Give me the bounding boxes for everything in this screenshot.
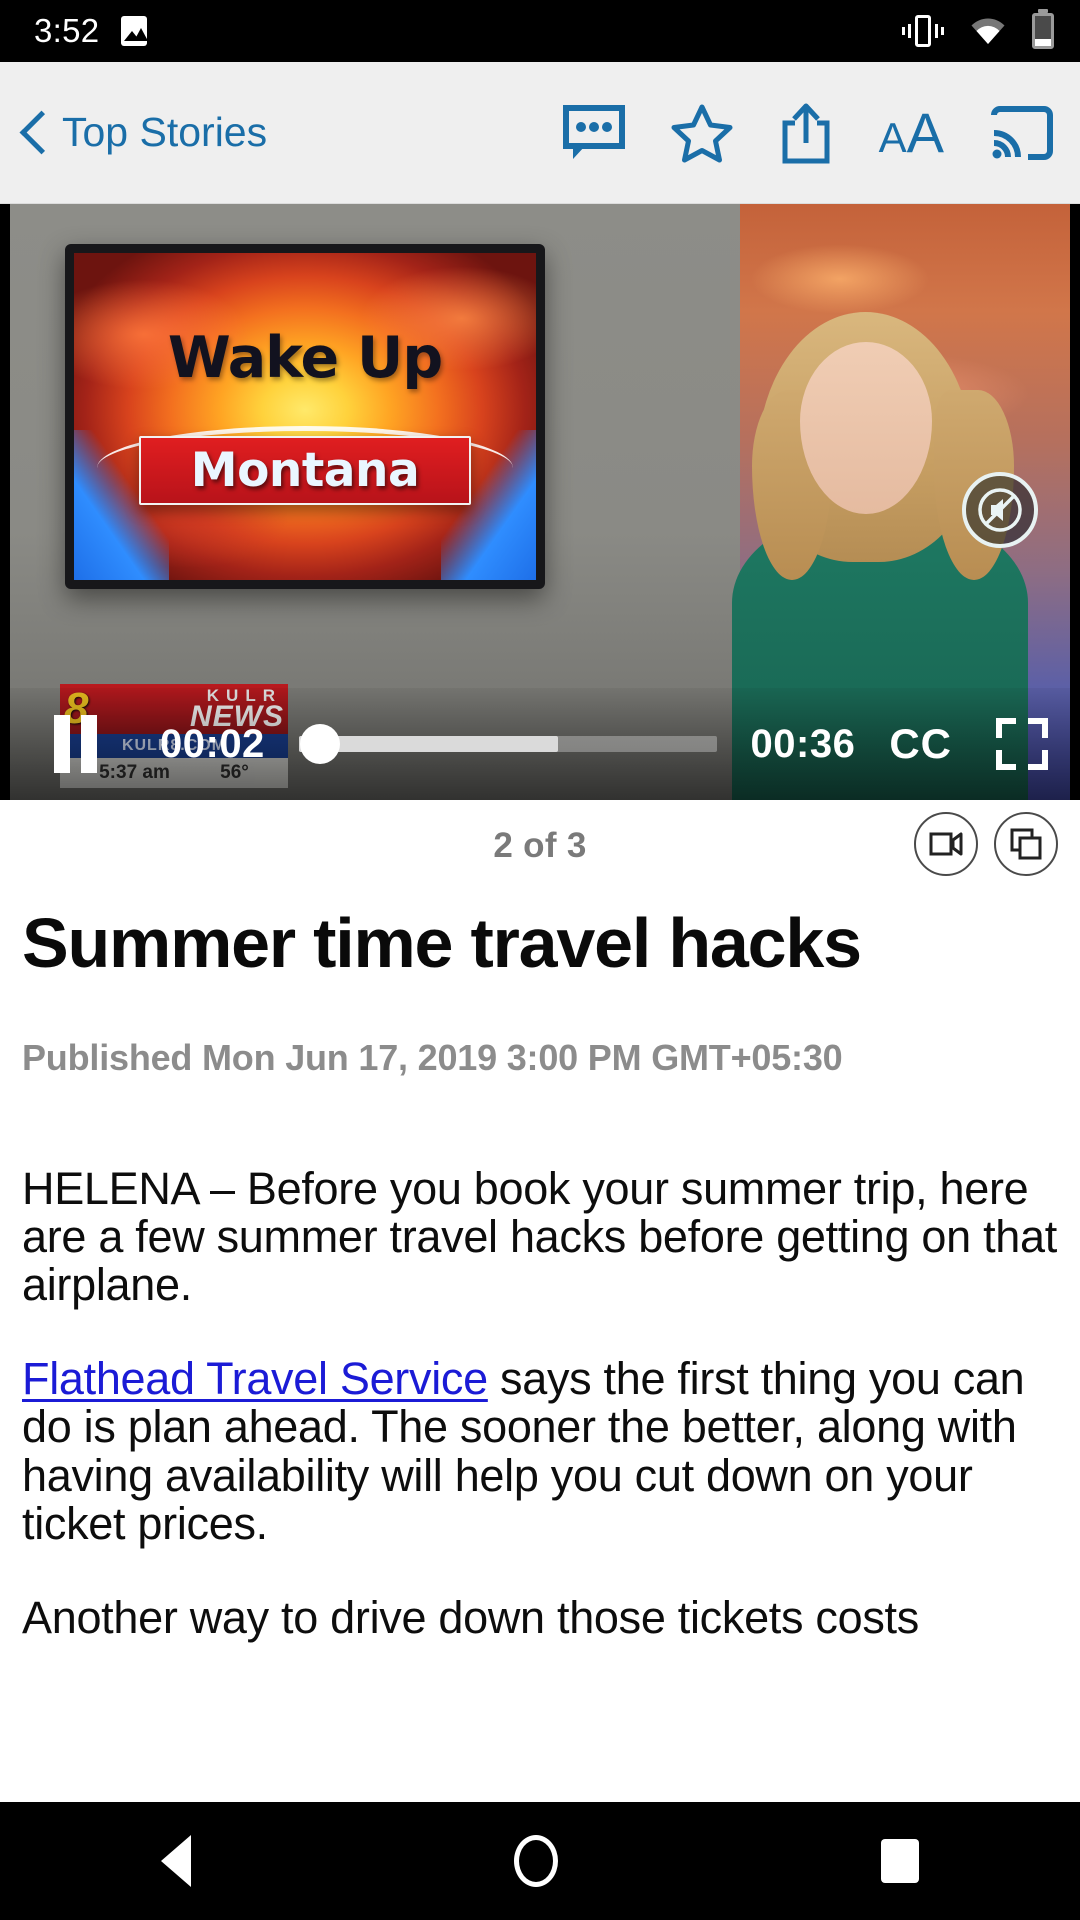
vibrate-icon (902, 15, 944, 47)
app-root: 3:52 Top Stories A A Wake Up Montana 00:… (0, 0, 1080, 1920)
closed-captions-button[interactable]: CC (889, 720, 952, 768)
seek-bar[interactable] (298, 724, 717, 764)
article-paragraph-2: Flathead Travel Service says the first t… (22, 1355, 1058, 1548)
comments-button[interactable] (562, 104, 625, 161)
flathead-travel-service-link[interactable]: Flathead Travel Service (22, 1353, 488, 1404)
gallery-mode-button[interactable] (994, 812, 1058, 876)
article-container: 2 of 3 Summer time travel hacks Publishe… (0, 800, 1080, 1643)
android-nav-bar (0, 1802, 1080, 1920)
article-paragraph-3: Another way to drive down those tickets … (22, 1591, 919, 1643)
status-bar-clock: 3:52 (34, 12, 100, 49)
video-controls-bar: 00:02 00:36 CC (0, 688, 1080, 800)
video-mode-button[interactable] (914, 812, 978, 876)
share-upload-icon (782, 103, 830, 163)
app-toolbar: Top Stories A A (0, 62, 1080, 204)
text-size-aa-icon: A (878, 113, 907, 161)
duration-time: 00:36 (750, 721, 856, 766)
back-button[interactable]: Top Stories (18, 109, 267, 157)
elapsed-time: 00:02 (160, 721, 265, 766)
seek-bar-thumb[interactable] (299, 724, 340, 764)
chevron-left-icon (18, 109, 46, 157)
published-date: Published Mon Jun 17, 2019 3:00 PM GMT+0… (22, 1036, 843, 1078)
show-title-banner: Montana (138, 436, 472, 506)
favorite-button[interactable] (671, 103, 733, 163)
square-recents-icon[interactable] (880, 1839, 919, 1883)
triangle-back-icon[interactable] (161, 1835, 192, 1887)
studio-tv-monitor: Wake Up Montana (65, 244, 545, 589)
back-button-label: Top Stories (62, 109, 268, 155)
mute-toggle-button[interactable] (962, 472, 1038, 548)
text-size-button[interactable]: AA (878, 100, 944, 164)
share-button[interactable] (779, 101, 833, 165)
article-meta-row: 2 of 3 (22, 800, 1058, 892)
page-title: Summer time travel hacks (22, 904, 862, 982)
video-camera-icon (929, 832, 963, 856)
battery-icon (1032, 13, 1054, 49)
article-view-actions (914, 812, 1058, 876)
show-title-line1: Wake Up (167, 324, 443, 391)
status-bar: 3:52 (0, 0, 1080, 62)
status-bar-system-icons (902, 13, 1054, 49)
status-bar-notifications (121, 16, 148, 46)
star-outline-icon (671, 104, 733, 162)
text-size-large-a: A (906, 100, 944, 164)
toolbar-actions: AA (562, 100, 1054, 165)
circle-home-icon[interactable] (513, 1835, 558, 1887)
wifi-icon (970, 17, 1006, 45)
pause-button[interactable] (54, 713, 116, 775)
screenshot-image-icon (121, 16, 148, 46)
cast-screen-icon (991, 105, 1053, 160)
article-paragraph-1: HELENA – Before you book your summer tri… (22, 1162, 1057, 1311)
video-player[interactable]: Wake Up Montana 8 KULR NEWS (0, 204, 1080, 800)
cast-button[interactable] (990, 105, 1054, 161)
tv-screen-graphic: Wake Up Montana (74, 253, 536, 580)
fullscreen-button[interactable] (996, 718, 1048, 770)
show-title-line2: Montana (190, 443, 420, 499)
article-body: HELENA – Before you book your summer tri… (22, 1162, 1058, 1643)
story-counter: 2 of 3 (493, 826, 587, 865)
comment-bubble-icon (562, 104, 625, 159)
copy-layers-icon (1010, 828, 1042, 860)
speaker-muted-icon (978, 488, 1022, 532)
